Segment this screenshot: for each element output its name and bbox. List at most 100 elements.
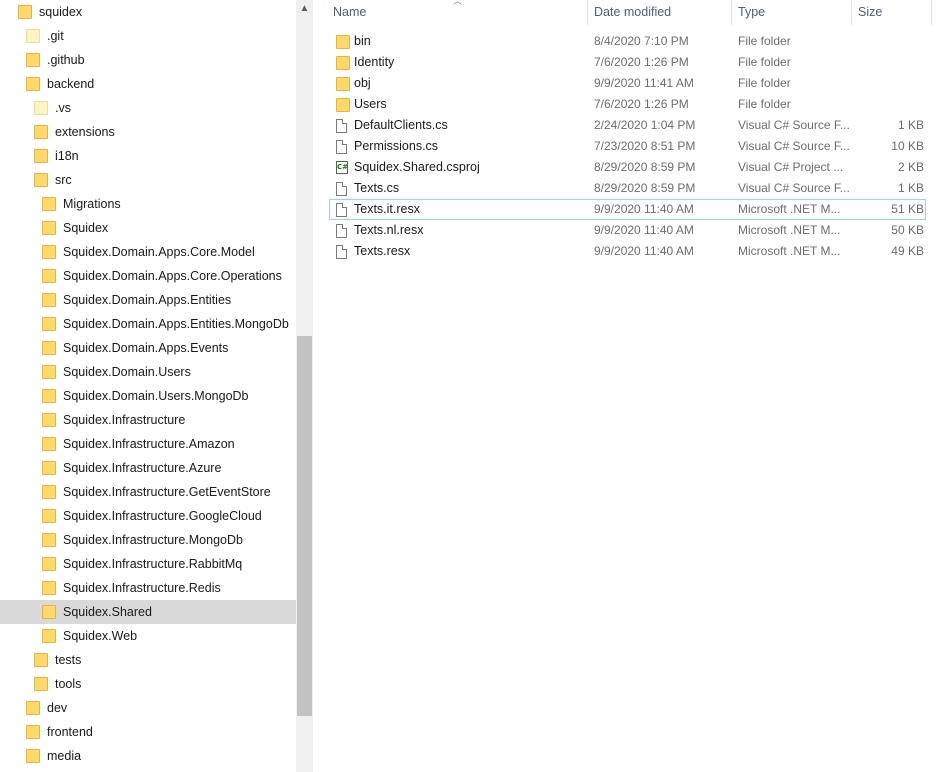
nav-tree-item[interactable]: Squidex.Infrastructure.GoogleCloud <box>0 504 296 528</box>
column-header-date-modified[interactable]: Date modified <box>587 0 731 25</box>
nav-tree-item[interactable]: src <box>0 168 296 192</box>
file-row[interactable]: Texts.nl.resx 9/9/2020 11:40 AM Microsoft … <box>329 220 926 241</box>
file-size: 1 KB <box>897 118 924 132</box>
file-name: Texts.resx <box>354 244 411 258</box>
file-row[interactable]: Texts.cs 8/29/2020 8:59 PM Visual C# Sourc… <box>329 178 926 199</box>
nav-tree-item[interactable]: Squidex.Infrastructure.RabbitMq <box>0 552 296 576</box>
nav-tree-item-label: Squidex.Domain.Apps.Core.Model <box>63 245 255 259</box>
nav-tree-item[interactable]: Squidex.Infrastructure.Amazon <box>0 432 296 456</box>
nav-tree-item[interactable]: Squidex.Domain.Users <box>0 360 296 384</box>
file-row[interactable]: Texts.it.resx 9/9/2020 11:40 AM Microsoft … <box>329 199 926 220</box>
folder-icon-cell <box>336 32 350 51</box>
document-icon-cell <box>336 179 350 198</box>
file-size <box>850 74 924 93</box>
nav-tree-item[interactable]: Squidex <box>0 216 296 240</box>
folder-icon <box>34 125 48 139</box>
folder-icon-cell <box>336 95 350 114</box>
file-date-modified: 7/23/2020 8:51 PM <box>594 139 696 153</box>
navigation-scrollbar[interactable]: ▲ <box>296 0 313 772</box>
scrollbar-thumb[interactable] <box>297 336 312 716</box>
folder-icon <box>42 461 56 475</box>
folder-icon <box>26 29 40 43</box>
column-header-size[interactable]: Size <box>851 0 931 25</box>
file-name: DefaultClients.cs <box>354 118 448 132</box>
file-size: 2 KB <box>897 160 924 174</box>
folder-icon <box>42 437 56 451</box>
file-row[interactable]: obj 9/9/2020 11:41 AM File folder <box>329 73 926 94</box>
file-type: Visual C# Source F... <box>738 139 850 153</box>
file-name: Texts.it.resx <box>354 202 420 216</box>
nav-tree-item-label: Squidex.Shared <box>63 605 152 619</box>
nav-tree-item[interactable]: dev <box>0 696 296 720</box>
file-type: File folder <box>738 34 791 48</box>
nav-tree-item[interactable]: frontend <box>0 720 296 744</box>
file-date-modified: 9/9/2020 11:40 AM <box>594 223 694 237</box>
folder-icon <box>42 509 56 523</box>
nav-tree-item[interactable]: Squidex.Domain.Users.MongoDb <box>0 384 296 408</box>
file-size: 1 KB <box>897 181 924 195</box>
nav-tree-item[interactable]: extensions <box>0 120 296 144</box>
file-row[interactable]: Permissions.cs 7/23/2020 8:51 PM Visual C#… <box>329 136 926 157</box>
column-header-type[interactable]: Type <box>731 0 851 25</box>
nav-tree-item[interactable]: Squidex.Shared <box>0 600 296 624</box>
nav-tree-item[interactable]: tools <box>0 672 296 696</box>
document-icon-cell <box>336 116 350 135</box>
folder-icon <box>336 55 350 70</box>
file-name: Texts.nl.resx <box>354 223 424 237</box>
nav-tree-item-label: frontend <box>47 725 93 739</box>
scroll-up-arrow-icon[interactable]: ▲ <box>296 0 313 17</box>
nav-tree-item-label: Squidex.Domain.Apps.Core.Operations <box>63 269 282 283</box>
file-date-modified: 7/6/2020 1:26 PM <box>594 55 689 69</box>
nav-tree-item[interactable]: Squidex.Domain.Apps.Events <box>0 336 296 360</box>
folder-icon <box>42 269 56 283</box>
nav-tree-item[interactable]: Squidex.Infrastructure.MongoDb <box>0 528 296 552</box>
nav-tree-item[interactable]: backend <box>0 72 296 96</box>
folder-icon <box>42 221 56 235</box>
folder-icon <box>26 77 40 91</box>
file-type: Microsoft .NET M... <box>738 223 841 237</box>
column-divider[interactable] <box>931 0 932 25</box>
file-date-modified: 2/24/2020 1:04 PM <box>594 118 696 132</box>
file-row[interactable]: bin 8/4/2020 7:10 PM File folder <box>329 31 926 52</box>
nav-tree-item[interactable]: media <box>0 744 296 768</box>
nav-tree-item[interactable]: tests <box>0 648 296 672</box>
file-row[interactable]: Texts.resx 9/9/2020 11:40 AM Microsoft .NE… <box>329 241 926 262</box>
file-row[interactable]: DefaultClients.cs 2/24/2020 1:04 PM Visual… <box>329 115 926 136</box>
nav-tree-item[interactable]: Squidex.Infrastructure <box>0 408 296 432</box>
document-icon-cell <box>336 242 350 261</box>
nav-tree-item[interactable]: Squidex.Infrastructure.Redis <box>0 576 296 600</box>
file-name: Identity <box>354 55 395 69</box>
folder-icon <box>34 653 48 667</box>
nav-tree-item[interactable]: Squidex.Domain.Apps.Core.Operations <box>0 264 296 288</box>
folder-icon <box>42 413 56 427</box>
file-row[interactable]: Users 7/6/2020 1:26 PM File folder <box>329 94 926 115</box>
file-type: Microsoft .NET M... <box>738 244 841 258</box>
nav-tree-item[interactable]: .github <box>0 48 296 72</box>
nav-tree-item-label: Squidex.Domain.Apps.Entities.MongoDb <box>63 317 289 331</box>
nav-tree-item[interactable]: Squidex.Infrastructure.Azure <box>0 456 296 480</box>
nav-tree-item[interactable]: Squidex.Web <box>0 624 296 648</box>
file-row[interactable]: C# Squidex.Shared.csproj 8/29/2020 8:59 PM… <box>329 157 926 178</box>
nav-tree-item-label: tools <box>55 677 82 691</box>
document-icon <box>336 223 347 238</box>
file-row[interactable]: Identity 7/6/2020 1:26 PM File folder <box>329 52 926 73</box>
nav-tree-item-label: .git <box>47 29 64 43</box>
nav-tree-item[interactable]: i18n <box>0 144 296 168</box>
file-size <box>850 32 924 51</box>
folder-icon <box>18 5 32 19</box>
folder-icon <box>34 173 48 187</box>
folder-icon <box>42 485 56 499</box>
navigation-pane[interactable]: squidex .git .github backend .vs extensions i1… <box>0 0 296 772</box>
folder-icon <box>42 389 56 403</box>
nav-tree-item[interactable]: Squidex.Infrastructure.GetEventStore <box>0 480 296 504</box>
nav-tree-item[interactable]: squidex <box>0 0 296 24</box>
nav-tree-item[interactable]: .git <box>0 24 296 48</box>
nav-tree-item[interactable]: Squidex.Domain.Apps.Core.Model <box>0 240 296 264</box>
nav-tree-item[interactable]: Squidex.Domain.Apps.Entities.MongoDb <box>0 312 296 336</box>
nav-tree-item[interactable]: Migrations <box>0 192 296 216</box>
document-icon <box>336 118 347 133</box>
nav-tree-item[interactable]: Squidex.Domain.Apps.Entities <box>0 288 296 312</box>
nav-tree-item-label: Squidex.Infrastructure.RabbitMq <box>63 557 243 571</box>
nav-tree-item[interactable]: .vs <box>0 96 296 120</box>
nav-tree-item-label: Migrations <box>63 197 121 211</box>
